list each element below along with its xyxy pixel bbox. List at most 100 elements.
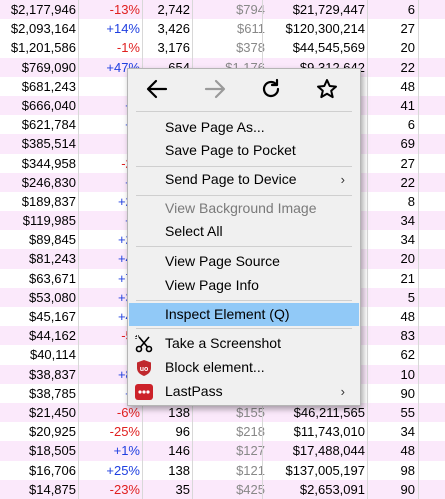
menu-item-block-element[interactable]: uo Block element... — [129, 356, 359, 379]
ublock-origin-icon: uo — [135, 359, 153, 377]
column-divider — [78, 0, 79, 499]
table-cell: 34 — [400, 213, 415, 229]
menu-item-label: LastPass — [165, 383, 223, 399]
table-row: $2,177,946 -13% 2,742 $794 $21,729,447 6 — [0, 0, 445, 20]
forward-button[interactable] — [200, 77, 230, 103]
context-menu-nav-bar — [128, 69, 360, 111]
table-row: $2,093,164 +14% 3,426 $611 $120,300,214 27 — [0, 19, 445, 38]
table-cell: 35 — [175, 481, 190, 497]
back-button[interactable] — [142, 77, 172, 103]
scissors-screenshot-icon — [135, 335, 153, 353]
table-cell: $20,925 — [29, 424, 76, 440]
table-cell: 8 — [407, 193, 415, 209]
table-cell: $218 — [236, 424, 265, 440]
separator — [136, 195, 352, 196]
table-cell: 96 — [175, 424, 190, 440]
menu-item-save-to-pocket[interactable]: Save Page to Pocket — [129, 139, 359, 162]
menu-item-label: Take a Screenshot — [165, 335, 281, 351]
menu-item-select-all[interactable]: Select All — [129, 220, 359, 243]
table-cell: $2,093,164 — [10, 21, 76, 37]
table-cell: 98 — [400, 462, 415, 478]
menu-item-label: Save Page As... — [165, 119, 265, 135]
menu-item-label: View Page Info — [165, 277, 259, 293]
table-row: $18,505 +1% 146 $127 $17,488,044 48 — [0, 441, 445, 461]
table-cell: $344,958 — [21, 155, 76, 171]
table-cell: 48 — [400, 309, 415, 324]
table-cell: $2,653,091 — [299, 481, 365, 497]
menu-item-label: Select All — [165, 223, 223, 239]
table-cell: 146 — [168, 443, 190, 459]
table-cell: $121 — [236, 462, 265, 478]
menu-item-label: View Background Image — [165, 200, 317, 216]
table-cell: $769,090 — [21, 59, 76, 75]
table-cell: 34 — [400, 232, 415, 248]
table-cell: $17,488,044 — [292, 443, 365, 459]
table-cell: $127 — [236, 443, 265, 459]
menu-item-label: View Page Source — [165, 253, 280, 269]
separator — [136, 328, 352, 329]
table-cell: 83 — [400, 328, 415, 344]
table-cell: $385,514 — [21, 136, 76, 152]
lastpass-icon — [135, 383, 153, 401]
separator — [136, 246, 352, 247]
table-cell: 138 — [168, 462, 190, 478]
menu-item-view-page-source[interactable]: View Page Source — [129, 250, 359, 273]
context-menu: Save Page As... Save Page to Pocket Send… — [127, 68, 361, 406]
table-cell: $40,114 — [29, 347, 76, 363]
table-cell: $18,505 — [29, 443, 76, 459]
table-cell: +1% — [113, 443, 140, 459]
menu-item-view-page-info[interactable]: View Page Info — [129, 274, 359, 297]
table-cell: $666,040 — [21, 97, 76, 113]
menu-item-inspect-element[interactable]: Inspect Element (Q) — [129, 303, 359, 326]
table-cell: $621,784 — [21, 117, 76, 133]
menu-item-lastpass[interactable]: LastPass › — [129, 380, 359, 403]
table-cell: $425 — [236, 481, 265, 497]
table-cell: 22 — [400, 174, 415, 190]
table-cell: $45,167 — [29, 309, 76, 324]
table-cell: 69 — [400, 136, 415, 152]
table-cell: $1,201,586 — [10, 40, 76, 56]
table-cell: 3,176 — [157, 40, 190, 56]
table-row: $14,875 -23% 35 $425 $2,653,091 90 — [0, 479, 445, 499]
menu-item-label: Inspect Element (Q) — [165, 306, 290, 322]
table-cell: 3,426 — [157, 21, 190, 37]
table-cell: $681,243 — [21, 78, 76, 94]
table-cell: $246,830 — [21, 174, 76, 190]
table-cell: 48 — [400, 78, 415, 94]
menu-item-send-to-device[interactable]: Send Page to Device › — [129, 168, 359, 191]
table-cell: $14,875 — [29, 481, 76, 497]
reload-button[interactable] — [256, 77, 286, 103]
menu-item-view-background-image: View Background Image — [129, 197, 359, 220]
table-cell: 10 — [400, 366, 415, 382]
reload-icon — [260, 78, 282, 103]
table-cell: $794 — [236, 2, 265, 17]
bookmark-button[interactable] — [312, 77, 342, 103]
table-cell: 90 — [400, 385, 415, 401]
back-arrow-icon — [146, 79, 168, 102]
table-cell: $21,450 — [29, 404, 76, 420]
svg-text:uo: uo — [140, 366, 149, 373]
column-divider — [367, 0, 368, 499]
chevron-right-icon: › — [340, 172, 345, 187]
column-divider — [418, 0, 419, 499]
table-cell: 41 — [400, 97, 415, 113]
table-row: $20,925 -25% 96 $218 $11,743,010 34 — [0, 422, 445, 441]
menu-item-save-page-as[interactable]: Save Page As... — [129, 116, 359, 139]
table-cell: $63,671 — [29, 270, 76, 286]
menu-item-take-screenshot[interactable]: Take a Screenshot — [129, 332, 359, 355]
table-cell: 22 — [400, 59, 415, 75]
table-cell: $120,300,214 — [285, 21, 365, 37]
table-cell: $137,005,197 — [285, 462, 365, 478]
menu-item-label: Block element... — [165, 359, 265, 375]
table-cell: $21,729,447 — [292, 2, 365, 17]
table-cell: 20 — [400, 251, 415, 267]
table-cell: 48 — [400, 443, 415, 459]
table-cell: -13% — [109, 2, 140, 17]
menu-item-label: Send Page to Device — [165, 171, 297, 187]
forward-arrow-icon — [204, 79, 226, 102]
chevron-right-icon: › — [340, 384, 345, 399]
table-row: $16,706 +25% 138 $121 $137,005,197 98 — [0, 461, 445, 480]
table-cell: -25% — [109, 424, 140, 440]
table-cell: 27 — [400, 21, 415, 37]
table-cell: $16,706 — [29, 462, 76, 478]
